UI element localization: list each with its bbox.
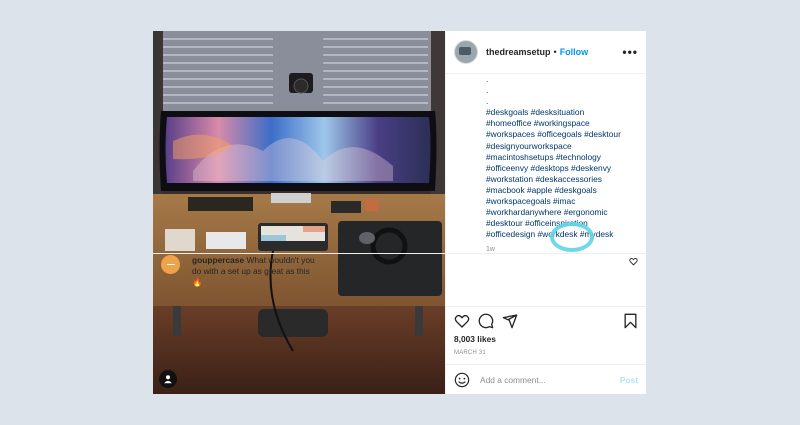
smiley-icon[interactable] xyxy=(454,372,470,388)
instagram-post: thedreamsetup • Follow ••• . . . #deskgo… xyxy=(153,31,646,394)
hashtag-line[interactable]: #workhardanywhere #ergonomic xyxy=(486,207,638,218)
hashtag-line[interactable]: #workstation #deskaccessories xyxy=(486,174,638,185)
hashtag-line[interactable]: #designyourworkspace xyxy=(486,141,638,152)
hashtag-line[interactable]: #workspacegoals #imac xyxy=(486,196,638,207)
author-avatar[interactable] xyxy=(454,40,478,64)
hashtag-line[interactable]: #homeoffice #workingspace xyxy=(486,118,638,129)
share-icon[interactable] xyxy=(502,313,518,329)
follow-button[interactable]: Follow xyxy=(560,47,589,57)
post-header: thedreamsetup • Follow ••• xyxy=(446,31,646,74)
caption-dot: . xyxy=(486,85,489,96)
divider xyxy=(153,253,646,254)
post-date[interactable]: MARCH 31 xyxy=(446,345,646,364)
hashtag-line[interactable]: #deskgoals #desksituation xyxy=(486,107,638,118)
action-bar xyxy=(446,306,646,334)
commenter-username[interactable]: gouppercase xyxy=(192,255,244,265)
post-comment-button[interactable]: Post xyxy=(620,375,638,385)
comment-text: gouppercase What wouldn't you do with a … xyxy=(192,255,322,288)
bookmark-icon[interactable] xyxy=(623,313,638,329)
post-photo[interactable] xyxy=(153,31,445,394)
hashtag-line[interactable]: #workspaces #officegoals #desktour xyxy=(486,129,638,140)
comment-icon[interactable] xyxy=(478,313,494,329)
fire-emoji: 🔥 xyxy=(192,277,203,287)
author-username[interactable]: thedreamsetup xyxy=(486,47,551,57)
caption-dot: . xyxy=(486,96,489,107)
commenter-avatar[interactable] xyxy=(161,255,180,274)
caption-dot: . xyxy=(486,74,489,84)
hashtag-line[interactable]: #officeenvy #desktops #deskenvy xyxy=(486,163,638,174)
heart-icon[interactable] xyxy=(454,313,470,329)
post-caption: . . . #deskgoals #desksituation #homeoff… xyxy=(486,74,638,240)
header-separator: • xyxy=(553,47,557,57)
ellipsis-icon[interactable]: ••• xyxy=(622,45,638,59)
desk-setup-image xyxy=(153,31,445,394)
hashtag-line[interactable]: #macintoshsetups #technology xyxy=(486,152,638,163)
like-count[interactable]: 8,003 likes xyxy=(446,334,646,345)
post-sidebar: thedreamsetup • Follow ••• . . . #deskgo… xyxy=(153,31,646,394)
add-comment-bar: Post xyxy=(446,364,646,394)
comment-input[interactable] xyxy=(478,373,620,386)
imac-highlight-circle xyxy=(550,222,594,252)
comment-item: gouppercase What wouldn't you do with a … xyxy=(161,255,638,288)
comment-heart-icon[interactable] xyxy=(629,257,638,266)
person-icon[interactable] xyxy=(159,370,177,388)
hashtag-line[interactable]: #macbook #apple #deskgoals xyxy=(486,185,638,196)
